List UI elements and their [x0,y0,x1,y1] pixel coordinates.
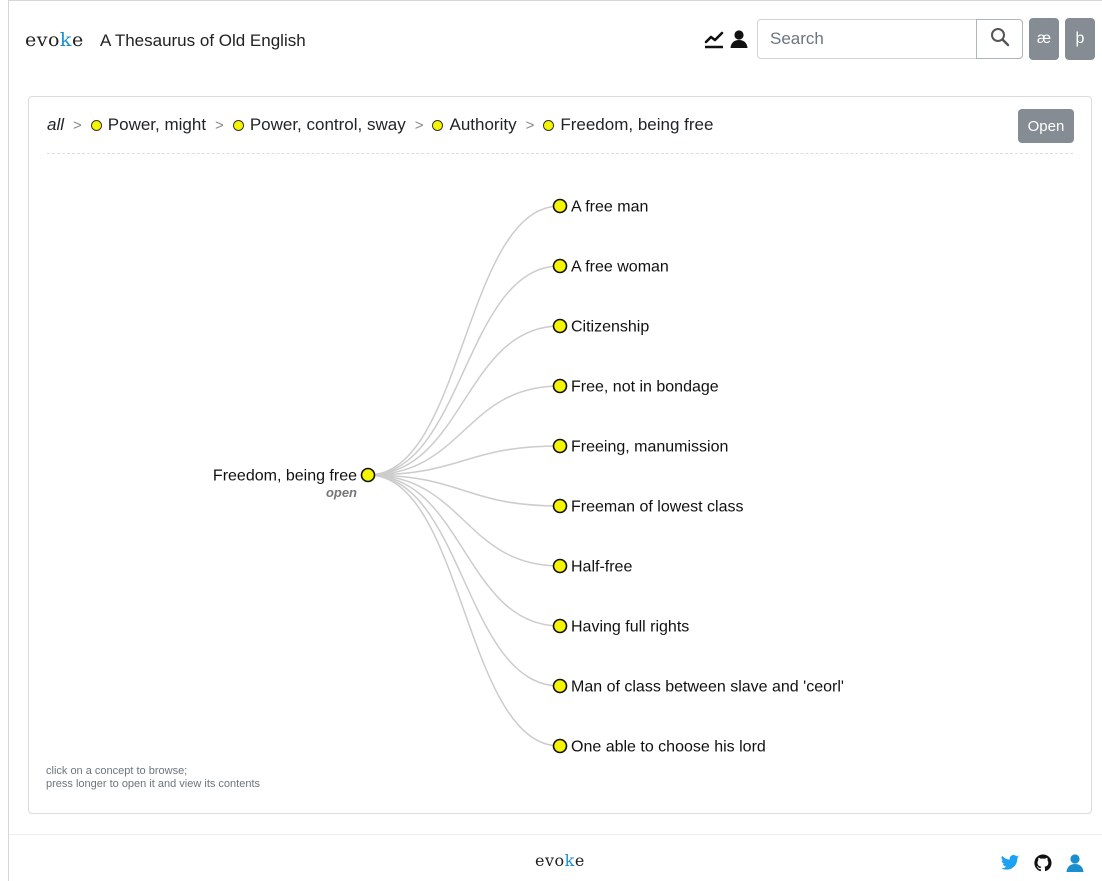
tree-node-label: Man of class between slave and 'ceorl' [571,679,844,696]
concept-node-icon [552,378,568,394]
twitter-icon[interactable] [1000,853,1020,873]
tree-node-label: A free man [571,199,648,216]
tree-node[interactable]: Half-free [552,558,633,576]
tree-link [367,474,561,747]
concept-node-icon [552,678,568,694]
tree-root-node[interactable]: Freedom, being freeopen [213,467,376,501]
user-icon[interactable] [1065,853,1085,873]
tree-link [367,205,561,476]
tree-link [367,474,561,627]
concept-node-icon [552,318,568,334]
tree-node[interactable]: Freeing, manumission [552,438,729,456]
concept-node-icon [552,258,568,274]
concept-node-icon [552,618,568,634]
concept-node-icon [552,558,568,574]
footer-divider [9,834,1102,835]
tree-root-label: Freedom, being free [213,468,357,485]
tree-node[interactable]: One able to choose his lord [552,738,766,756]
search-icon [990,27,1010,52]
usage-hint-line: press longer to open it and view its con… [46,778,261,790]
tree-link [367,474,561,687]
brand-logo[interactable]: evoke [25,29,84,51]
concept-node-icon [360,467,376,483]
github-icon[interactable] [1033,853,1053,873]
user-icon[interactable] [729,29,749,49]
footer-logo[interactable]: evoke [535,851,585,870]
frame-left-border [8,0,9,881]
footer-logo-part: e [574,851,585,870]
footer-logo-accent: k [564,851,575,870]
tree-node[interactable]: Having full rights [552,618,690,636]
tree-node-label: One able to choose his lord [571,739,766,756]
chart-line-icon[interactable] [704,29,724,49]
tree-node[interactable]: Free, not in bondage [552,378,719,396]
footer-logo-part: evo [535,851,565,870]
tree-link [367,474,561,567]
tree-node-label: Free, not in bondage [571,379,719,396]
brand-logo-accent: k [59,29,72,51]
tree-root-open-label: open [326,485,357,500]
tree-node-label: Freeing, manumission [571,439,728,456]
tree-node-label: Citizenship [571,319,649,336]
concept-node-icon [552,738,568,754]
concept-node-icon [552,198,568,214]
brand-logo-part: e [71,29,84,51]
insert-ae-button[interactable]: æ [1029,18,1059,60]
app-title: A Thesaurus of Old English [100,31,306,50]
tree-node[interactable]: A free man [552,198,649,216]
insert-thorn-button[interactable]: þ [1065,18,1095,60]
tree-node-label: Half-free [571,559,632,576]
tree-link [367,445,561,476]
tree-node-label: A free woman [571,259,669,276]
search-group [757,19,1023,59]
tree-node[interactable]: A free woman [552,258,669,276]
tree-link [367,265,561,476]
concept-node-icon [552,438,568,454]
search-button[interactable] [976,19,1023,59]
tree-node[interactable]: Freeman of lowest class [552,498,744,516]
tree-link [367,325,561,476]
concept-card: all > Power, might > Power, control, swa… [28,96,1092,814]
tree-node[interactable]: Citizenship [552,318,650,336]
tree-node[interactable]: Man of class between slave and 'ceorl' [552,678,844,696]
usage-hint-line: click on a concept to browse; [46,765,188,777]
concept-node-icon [552,498,568,514]
brand-logo-part: evo [25,29,60,51]
concept-tree: A free man A free woman Citizenship Free, n… [213,198,844,756]
navbar: evoke A Thesaurus of Old English æ þ [9,1,1102,81]
tree-node-label: Having full rights [571,619,689,636]
tree-node-label: Freeman of lowest class [571,499,744,516]
usage-hint: click on a concept to browse; press long… [46,765,260,791]
search-input[interactable] [758,20,976,58]
